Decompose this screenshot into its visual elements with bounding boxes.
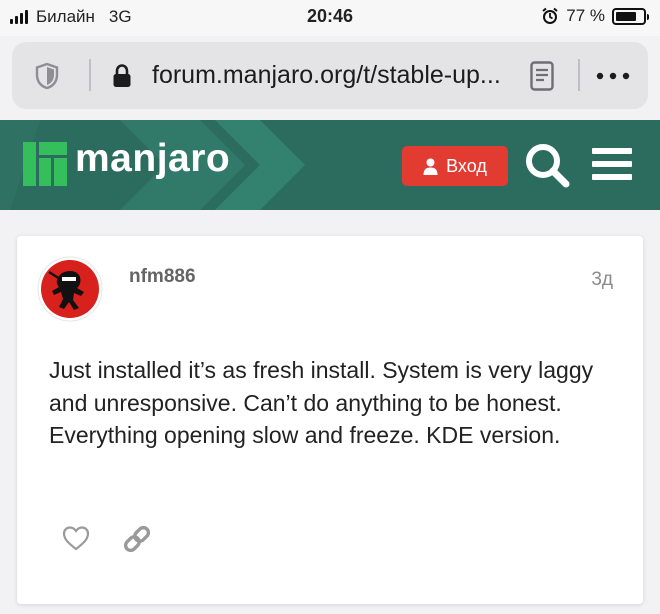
status-right: 77 %	[541, 6, 649, 26]
post-username[interactable]: nfm886	[129, 266, 196, 288]
alarm-icon	[542, 7, 558, 24]
battery-icon	[612, 7, 649, 25]
link-icon[interactable]	[122, 524, 152, 554]
lock-icon	[113, 64, 131, 87]
post-card: nfm886 3д Just installed it’s as fresh i…	[17, 236, 643, 604]
login-button[interactable]: Вход	[402, 146, 508, 186]
post-body: Just installed it’s as fresh install. Sy…	[49, 357, 594, 448]
post-date[interactable]: 3д	[591, 269, 613, 291]
avatar[interactable]	[37, 256, 103, 322]
battery-percent: 77 %	[566, 6, 605, 25]
shield-icon[interactable]	[34, 62, 60, 90]
menu-icon[interactable]	[592, 146, 632, 182]
user-icon	[423, 158, 438, 175]
manjaro-logo-icon[interactable]	[23, 142, 67, 186]
url-bar[interactable]: forum.manjaro.org/t/stable-up...	[12, 42, 648, 109]
reader-icon[interactable]	[530, 61, 554, 91]
url-text[interactable]: forum.manjaro.org/t/stable-up...	[152, 61, 501, 90]
more-icon[interactable]	[596, 72, 630, 80]
url-divider	[89, 59, 91, 91]
logo-text[interactable]: manjaro	[75, 137, 230, 181]
search-icon[interactable]	[524, 142, 570, 188]
battery-fill	[616, 11, 637, 21]
login-label: Вход	[446, 155, 487, 176]
url-divider-2	[578, 59, 580, 91]
status-bar: Билайн 3G 20:46 77 %	[0, 0, 660, 36]
heart-icon[interactable]	[61, 524, 91, 552]
site-header: manjaro Вход	[0, 120, 660, 210]
